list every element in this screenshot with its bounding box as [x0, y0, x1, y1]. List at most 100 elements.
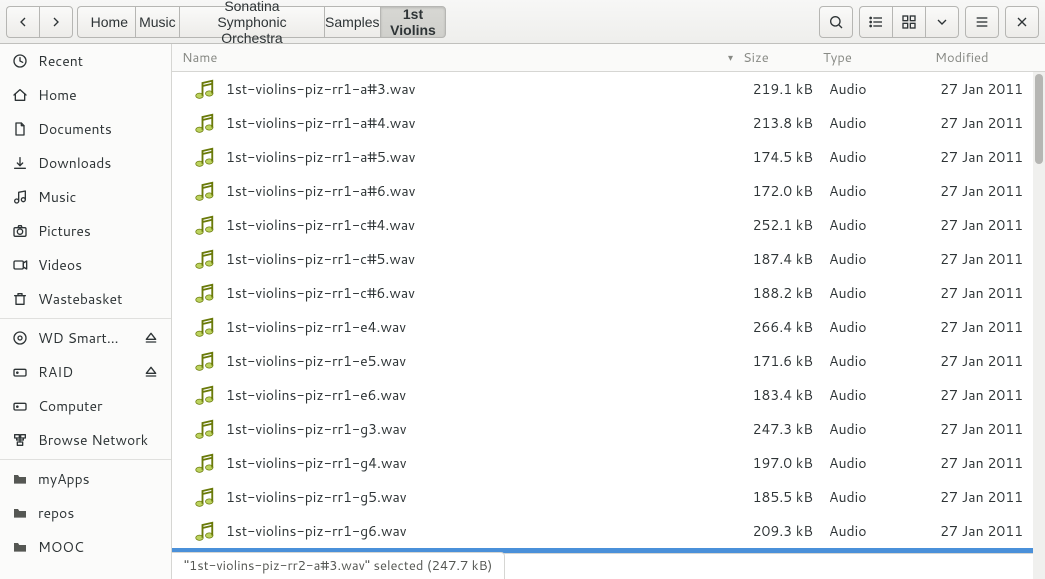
sidebar-item-label: Recent [38, 51, 83, 71]
file-size: 174.5 kB [743, 147, 823, 167]
file-row[interactable]: 1st-violins-piz-rr1-e5.wav 171.6 kB Audi… [172, 344, 1045, 378]
scrollbar-thumb[interactable] [1035, 74, 1043, 164]
path-segment[interactable]: 1st Violins [380, 6, 447, 38]
sidebar-item[interactable]: Wastebasket [0, 282, 171, 316]
file-row[interactable]: 1st-violins-piz-rr1-e6.wav 183.4 kB Audi… [172, 378, 1045, 412]
sidebar-item[interactable]: Documents [0, 112, 171, 146]
folder-icon [12, 471, 28, 487]
file-row[interactable]: 1st-violins-piz-rr1-c#5.wav 187.4 kB Aud… [172, 242, 1045, 276]
sort-indicator-icon: ▾ [728, 51, 733, 65]
sidebar-item[interactable]: Browse Network [0, 423, 171, 457]
scrollbar[interactable] [1033, 72, 1045, 579]
file-type: Audio [823, 79, 935, 99]
close-button[interactable] [1005, 6, 1039, 38]
file-row[interactable]: 1st-violins-piz-rr1-a#4.wav 213.8 kB Aud… [172, 106, 1045, 140]
path-segment[interactable]: Music [135, 6, 179, 38]
file-name: 1st-violins-piz-rr1-g3.wav [226, 419, 743, 439]
menu-button[interactable] [965, 6, 999, 38]
file-name: 1st-violins-piz-rr1-g6.wav [226, 521, 743, 541]
sidebar-item-label: myApps [38, 469, 90, 489]
file-name: 1st-violins-piz-rr1-a#3.wav [226, 79, 743, 99]
file-row[interactable]: 1st-violins-piz-rr1-c#4.wav 252.1 kB Aud… [172, 208, 1045, 242]
audio-file-icon [190, 449, 218, 477]
file-row[interactable]: 1st-violins-piz-rr1-g5.wav 185.5 kB Audi… [172, 480, 1045, 514]
status-text: "1st-violins-piz-rr2-a#3.wav" selected (… [172, 552, 505, 579]
file-row[interactable]: 1st-violins-piz-rr1-a#6.wav 172.0 kB Aud… [172, 174, 1045, 208]
sidebar-item[interactable]: Videos [0, 248, 171, 282]
sidebar-item-label: Pictures [38, 221, 91, 241]
sidebar-item-label: Videos [38, 255, 82, 275]
sidebar-item[interactable]: Computer [0, 389, 171, 423]
sidebar-item[interactable]: Home [0, 78, 171, 112]
file-row[interactable]: 1st-violins-piz-rr1-g3.wav 247.3 kB Audi… [172, 412, 1045, 446]
file-modified: 27 Jan 2011 [935, 283, 1033, 303]
file-row[interactable]: 1st-violins-piz-rr1-e4.wav 266.4 kB Audi… [172, 310, 1045, 344]
file-name: 1st-violins-piz-rr1-a#5.wav [226, 147, 743, 167]
column-name[interactable]: Name▾ [182, 49, 743, 67]
audio-file-icon [190, 211, 218, 239]
eject-icon[interactable] [143, 364, 159, 380]
network-icon [12, 432, 28, 448]
file-row[interactable]: 1st-violins-piz-rr1-a#3.wav 219.1 kB Aud… [172, 72, 1045, 106]
column-size[interactable]: Size [743, 49, 823, 67]
download-icon [12, 155, 28, 171]
file-name: 1st-violins-piz-rr1-a#4.wav [226, 113, 743, 133]
folder-icon [12, 505, 28, 521]
audio-file-icon [190, 143, 218, 171]
sidebar-item[interactable]: Music [0, 180, 171, 214]
file-size: 247.3 kB [743, 419, 823, 439]
path-segment[interactable]: Home [77, 6, 135, 38]
file-modified: 27 Jan 2011 [935, 249, 1033, 269]
file-type: Audio [823, 181, 935, 201]
view-dropdown-button[interactable] [925, 6, 959, 38]
sidebar-item[interactable]: WD Smart… [0, 321, 171, 355]
eject-icon[interactable] [143, 330, 159, 346]
file-size: 209.3 kB [743, 521, 823, 541]
sidebar-item[interactable]: myApps [0, 462, 171, 496]
trash-icon [12, 291, 28, 307]
column-headers: Name▾ Size Type Modified [172, 44, 1045, 72]
path-segment[interactable]: Sonatina Symphonic Orchestra [179, 6, 324, 38]
file-row[interactable]: 1st-violins-piz-rr1-g6.wav 209.3 kB Audi… [172, 514, 1045, 548]
file-type: Audio [823, 385, 935, 405]
file-size: 171.6 kB [743, 351, 823, 371]
file-type: Audio [823, 453, 935, 473]
sidebar-item-label: Browse Network [38, 430, 148, 450]
forward-button[interactable] [39, 6, 73, 38]
sidebar-item[interactable]: Downloads [0, 146, 171, 180]
file-modified: 27 Jan 2011 [935, 147, 1033, 167]
file-modified: 27 Jan 2011 [935, 521, 1033, 541]
audio-file-icon [190, 347, 218, 375]
audio-file-icon [190, 415, 218, 443]
sidebar-item[interactable]: Recent [0, 44, 171, 78]
audio-file-icon [190, 177, 218, 205]
nav-buttons [6, 6, 73, 38]
file-row[interactable]: 1st-violins-piz-rr1-a#5.wav 174.5 kB Aud… [172, 140, 1045, 174]
file-modified: 27 Jan 2011 [935, 487, 1033, 507]
column-modified[interactable]: Modified [935, 49, 1033, 67]
file-size: 183.4 kB [743, 385, 823, 405]
file-row[interactable]: 1st-violins-piz-rr1-c#6.wav 188.2 kB Aud… [172, 276, 1045, 310]
sidebar-item-label: Wastebasket [38, 289, 122, 309]
audio-file-icon [190, 245, 218, 273]
column-type[interactable]: Type [823, 49, 935, 67]
file-name: 1st-violins-piz-rr1-e5.wav [226, 351, 743, 371]
back-button[interactable] [6, 6, 39, 38]
file-name: 1st-violins-piz-rr1-c#4.wav [226, 215, 743, 235]
path-segment[interactable]: Samples [324, 6, 380, 38]
sidebar-item[interactable]: Pictures [0, 214, 171, 248]
folder-icon [12, 539, 28, 555]
file-list[interactable]: 1st-violins-piz-rr1-a#3.wav 219.1 kB Aud… [172, 72, 1045, 553]
sidebar-item[interactable]: RAID [0, 355, 171, 389]
file-type: Audio [823, 351, 935, 371]
file-size: 219.1 kB [743, 79, 823, 99]
view-grid-button[interactable] [892, 6, 925, 38]
sidebar-item[interactable]: MOOC [0, 530, 171, 564]
file-name: 1st-violins-piz-rr1-e4.wav [226, 317, 743, 337]
sidebar-item-label: Music [38, 187, 76, 207]
sidebar-item[interactable]: repos [0, 496, 171, 530]
music-icon [12, 189, 28, 205]
view-list-button[interactable] [859, 6, 892, 38]
file-row[interactable]: 1st-violins-piz-rr1-g4.wav 197.0 kB Audi… [172, 446, 1045, 480]
search-button[interactable] [819, 6, 853, 38]
